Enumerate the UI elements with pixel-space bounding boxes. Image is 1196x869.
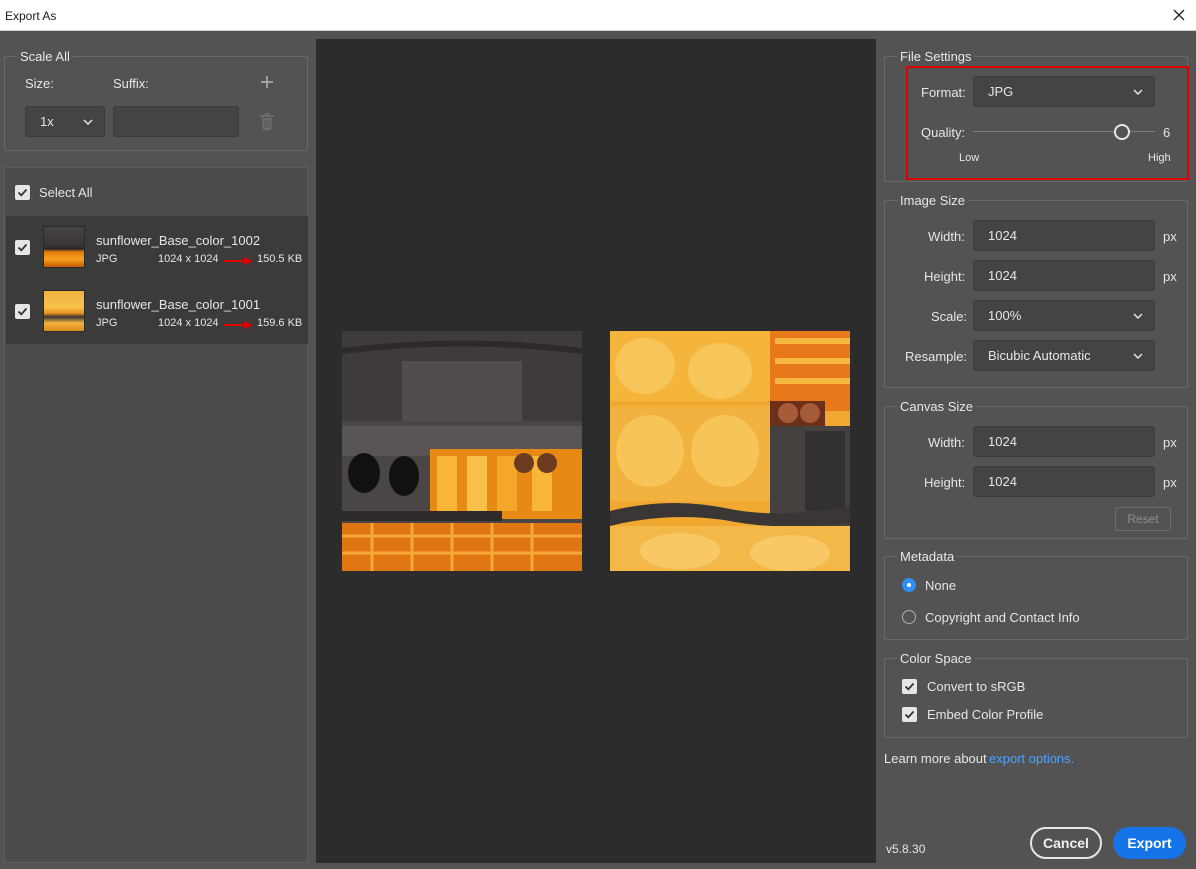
file-dimensions: 1024 x 1024 xyxy=(158,317,219,329)
file-format: JPG xyxy=(96,317,118,329)
suffix-input[interactable] xyxy=(113,106,239,137)
image-height-label: Height: xyxy=(924,269,966,284)
learn-more-text: Learn more about xyxy=(884,751,987,766)
scale-select-value: 100% xyxy=(988,308,1022,323)
canvas-height-unit: px xyxy=(1163,475,1177,490)
trash-icon[interactable] xyxy=(259,113,275,131)
select-all-checkbox[interactable] xyxy=(15,185,30,200)
size-label: Size: xyxy=(25,76,54,91)
file-row[interactable]: sunflower_Base_color_1002 JPG 1024 x 102… xyxy=(6,216,308,280)
size-select-value: 1x xyxy=(40,114,54,129)
convert-srgb-label: Convert to sRGB xyxy=(927,679,1026,694)
metadata-title: Metadata xyxy=(897,549,958,564)
quality-low-label: Low xyxy=(959,152,980,164)
chevron-down-icon xyxy=(1133,89,1143,96)
format-select-value: JPG xyxy=(988,84,1014,99)
embed-profile-checkbox[interactable] xyxy=(902,707,917,722)
quality-label: Quality: xyxy=(921,125,966,140)
format-label: Format: xyxy=(921,85,966,100)
close-icon[interactable] xyxy=(1170,6,1188,24)
reset-button[interactable]: Reset xyxy=(1115,507,1171,531)
export-options-link[interactable]: export options. xyxy=(989,751,1074,766)
image-width-value: 1024 xyxy=(988,228,1017,243)
canvas-height-input[interactable]: 1024 xyxy=(973,466,1155,497)
quality-high-label: High xyxy=(1148,152,1171,164)
image-width-input[interactable]: 1024 xyxy=(973,220,1155,251)
file-name: sunflower_Base_color_1001 xyxy=(96,297,261,312)
select-all-label: Select All xyxy=(39,185,93,200)
metadata-none-radio[interactable] xyxy=(902,578,916,592)
quality-slider-thumb[interactable] xyxy=(1114,124,1130,140)
canvas-width-value: 1024 xyxy=(988,434,1017,449)
embed-profile-label: Embed Color Profile xyxy=(927,707,1044,722)
file-checkbox[interactable] xyxy=(15,304,30,319)
color-space-title: Color Space xyxy=(897,651,975,666)
suffix-label: Suffix: xyxy=(113,76,149,91)
file-name: sunflower_Base_color_1002 xyxy=(96,233,261,248)
metadata-copyright-radio[interactable] xyxy=(902,610,916,624)
file-thumbnail xyxy=(43,290,85,332)
image-width-unit: px xyxy=(1163,229,1177,244)
export-button[interactable]: Export xyxy=(1113,827,1186,859)
cancel-button[interactable]: Cancel xyxy=(1030,827,1102,859)
file-list: Select All sunflower_Base_color_1002 JPG… xyxy=(4,167,308,863)
file-format: JPG xyxy=(96,253,118,265)
color-space-panel xyxy=(884,658,1188,738)
file-row[interactable]: sunflower_Base_color_1001 JPG 1024 x 102… xyxy=(6,280,308,344)
file-thumbnail xyxy=(43,226,85,268)
chevron-down-icon xyxy=(1133,353,1143,360)
canvas-width-label: Width: xyxy=(928,435,965,450)
file-size: 159.6 KB xyxy=(257,317,303,329)
canvas-width-input[interactable]: 1024 xyxy=(973,426,1155,457)
canvas-height-label: Height: xyxy=(924,475,966,490)
scale-all-title: Scale All xyxy=(17,49,73,64)
format-select[interactable]: JPG xyxy=(973,76,1155,107)
add-icon[interactable] xyxy=(259,74,275,90)
file-dimensions: 1024 x 1024 xyxy=(158,253,219,265)
image-height-value: 1024 xyxy=(988,268,1017,283)
image-width-label: Width: xyxy=(928,229,965,244)
convert-srgb-checkbox[interactable] xyxy=(902,679,917,694)
file-settings-title: File Settings xyxy=(897,49,975,64)
metadata-copyright-label: Copyright and Contact Info xyxy=(925,610,1080,625)
resample-select[interactable]: Bicubic Automatic xyxy=(973,340,1155,371)
window-title: Export As xyxy=(5,9,57,23)
canvas-width-unit: px xyxy=(1163,435,1177,450)
image-height-unit: px xyxy=(1163,269,1177,284)
chevron-down-icon xyxy=(83,119,93,126)
preview-area xyxy=(316,39,876,863)
metadata-none-label: None xyxy=(925,578,957,593)
scale-select[interactable]: 100% xyxy=(973,300,1155,331)
size-select[interactable]: 1x xyxy=(25,106,105,137)
resample-select-value: Bicubic Automatic xyxy=(988,348,1091,363)
resample-label: Resample: xyxy=(905,349,968,364)
chevron-down-icon xyxy=(1133,313,1143,320)
preview-image-1002 xyxy=(342,331,582,571)
file-size: 150.5 KB xyxy=(257,253,303,265)
file-checkbox[interactable] xyxy=(15,240,30,255)
canvas-height-value: 1024 xyxy=(988,474,1017,489)
canvas-size-title: Canvas Size xyxy=(897,399,976,414)
version-label: v5.8.30 xyxy=(886,842,926,856)
quality-value: 6 xyxy=(1163,125,1171,140)
title-bar: Export As xyxy=(0,0,1196,31)
metadata-panel xyxy=(884,556,1188,640)
image-size-title: Image Size xyxy=(897,193,969,208)
preview-image-1001 xyxy=(610,331,850,571)
quality-slider[interactable] xyxy=(973,124,1155,140)
annotation-arrow xyxy=(224,321,253,329)
annotation-arrow xyxy=(224,257,253,265)
image-height-input[interactable]: 1024 xyxy=(973,260,1155,291)
scale-label: Scale: xyxy=(931,309,968,324)
